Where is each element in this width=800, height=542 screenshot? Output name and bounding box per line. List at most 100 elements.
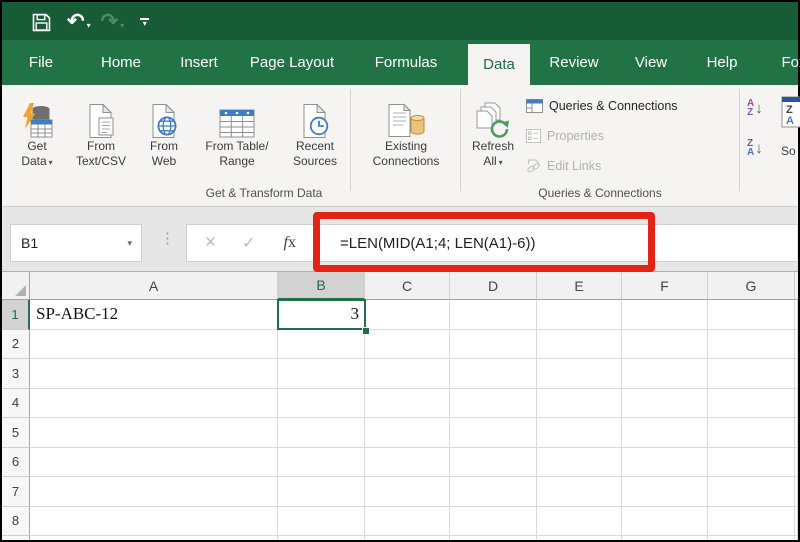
- save-button[interactable]: [32, 9, 51, 35]
- cell-e6[interactable]: [537, 448, 622, 478]
- cell-b6[interactable]: [278, 448, 365, 478]
- cell-f1[interactable]: [622, 300, 708, 330]
- properties-button[interactable]: Properties: [526, 125, 604, 147]
- tab-view[interactable]: View: [628, 40, 674, 85]
- formula-bar-resize-handle[interactable]: ⋮: [160, 229, 175, 247]
- undo-dropdown-caret[interactable]: ▾: [87, 21, 91, 30]
- row-header-2[interactable]: 2: [2, 330, 30, 360]
- cell-g7[interactable]: [708, 477, 795, 507]
- cell-c1[interactable]: [365, 300, 450, 330]
- name-box[interactable]: B1 ▾: [10, 224, 142, 262]
- tab-page-layout[interactable]: Page Layout: [246, 40, 338, 85]
- cell-b8[interactable]: [278, 507, 365, 537]
- cancel-icon[interactable]: ×: [205, 232, 216, 254]
- cell-c5[interactable]: [365, 418, 450, 448]
- undo-button[interactable]: ↶ ▾: [67, 9, 91, 35]
- cell-c2[interactable]: [365, 330, 450, 360]
- cell-e4[interactable]: [537, 389, 622, 419]
- cell-e7[interactable]: [537, 477, 622, 507]
- from-text-csv-button[interactable]: From Text/CSV: [64, 89, 138, 169]
- get-data-button[interactable]: Get Data▾: [8, 89, 66, 170]
- cell-d3[interactable]: [450, 359, 537, 389]
- cell-b2[interactable]: [278, 330, 365, 360]
- tab-help[interactable]: Help: [700, 40, 744, 85]
- cell-e2[interactable]: [537, 330, 622, 360]
- column-header-e[interactable]: E: [537, 272, 622, 300]
- cell-b9[interactable]: [278, 536, 365, 540]
- cell-c6[interactable]: [365, 448, 450, 478]
- tab-file[interactable]: File: [18, 40, 64, 85]
- cell-d9[interactable]: [450, 536, 537, 540]
- cell-f5[interactable]: [622, 418, 708, 448]
- from-web-button[interactable]: From Web: [138, 89, 190, 169]
- cell-e8[interactable]: [537, 507, 622, 537]
- cell-d6[interactable]: [450, 448, 537, 478]
- sort-az-ascending-button[interactable]: AZ ↓: [747, 99, 763, 117]
- sort-za-descending-button[interactable]: ZA ↓: [747, 139, 763, 157]
- queries-connections-button[interactable]: Queries & Connections: [526, 95, 678, 117]
- cell-g4[interactable]: [708, 389, 795, 419]
- customize-quick-access-button[interactable]: ▾: [140, 18, 149, 27]
- row-header-3[interactable]: 3: [2, 359, 30, 389]
- cell-d4[interactable]: [450, 389, 537, 419]
- cell-g6[interactable]: [708, 448, 795, 478]
- cell-a4[interactable]: [30, 389, 278, 419]
- cell-f9[interactable]: [622, 536, 708, 540]
- tab-formulas[interactable]: Formulas: [370, 40, 442, 85]
- cell-a5[interactable]: [30, 418, 278, 448]
- name-box-dropdown-icon[interactable]: ▾: [127, 238, 141, 249]
- cell-a3[interactable]: [30, 359, 278, 389]
- redo-dropdown-caret[interactable]: ▾: [120, 21, 124, 30]
- cell-e3[interactable]: [537, 359, 622, 389]
- row-header-5[interactable]: 5: [2, 418, 30, 448]
- cell-d7[interactable]: [450, 477, 537, 507]
- cell-c3[interactable]: [365, 359, 450, 389]
- column-header-c[interactable]: C: [365, 272, 450, 300]
- cell-c4[interactable]: [365, 389, 450, 419]
- cell-g1[interactable]: [708, 300, 795, 330]
- cell-d1[interactable]: [450, 300, 537, 330]
- cell-f7[interactable]: [622, 477, 708, 507]
- cell-a8[interactable]: [30, 507, 278, 537]
- cell-a6[interactable]: [30, 448, 278, 478]
- cell-a1[interactable]: SP-ABC-12: [30, 300, 278, 330]
- enter-icon[interactable]: ✓: [242, 233, 255, 253]
- tab-insert[interactable]: Insert: [174, 40, 224, 85]
- cell-d5[interactable]: [450, 418, 537, 448]
- cell-e9[interactable]: [537, 536, 622, 540]
- cell-g2[interactable]: [708, 330, 795, 360]
- cell-g5[interactable]: [708, 418, 795, 448]
- row-header-8[interactable]: 8: [2, 507, 30, 537]
- cell-d8[interactable]: [450, 507, 537, 537]
- refresh-all-button[interactable]: Refresh All▾: [463, 89, 523, 170]
- row-header-6[interactable]: 6: [2, 448, 30, 478]
- cell-f3[interactable]: [622, 359, 708, 389]
- cell-f4[interactable]: [622, 389, 708, 419]
- cell-g9[interactable]: [708, 536, 795, 540]
- tab-data[interactable]: Data: [468, 44, 530, 85]
- select-all-corner[interactable]: [2, 272, 30, 300]
- fill-handle[interactable]: [362, 327, 370, 335]
- cell-d2[interactable]: [450, 330, 537, 360]
- cell-f6[interactable]: [622, 448, 708, 478]
- cell-e5[interactable]: [537, 418, 622, 448]
- cell-a2[interactable]: [30, 330, 278, 360]
- column-header-b[interactable]: B: [278, 272, 365, 300]
- cell-c8[interactable]: [365, 507, 450, 537]
- insert-function-icon[interactable]: fx: [284, 234, 296, 252]
- cell-a7[interactable]: [30, 477, 278, 507]
- cell-b3[interactable]: [278, 359, 365, 389]
- redo-button[interactable]: ↷ ▾: [101, 9, 125, 35]
- sort-button[interactable]: Z A: [781, 96, 800, 133]
- column-header-a[interactable]: A: [30, 272, 278, 300]
- row-header-4[interactable]: 4: [2, 389, 30, 419]
- row-header-1[interactable]: 1: [2, 300, 30, 330]
- tab-foxit[interactable]: Fox: [772, 40, 800, 85]
- row-header-9[interactable]: 9: [2, 536, 30, 540]
- cell-b4[interactable]: [278, 389, 365, 419]
- cell-c7[interactable]: [365, 477, 450, 507]
- row-header-7[interactable]: 7: [2, 477, 30, 507]
- cell-f2[interactable]: [622, 330, 708, 360]
- cell-b5[interactable]: [278, 418, 365, 448]
- cell-c9[interactable]: [365, 536, 450, 540]
